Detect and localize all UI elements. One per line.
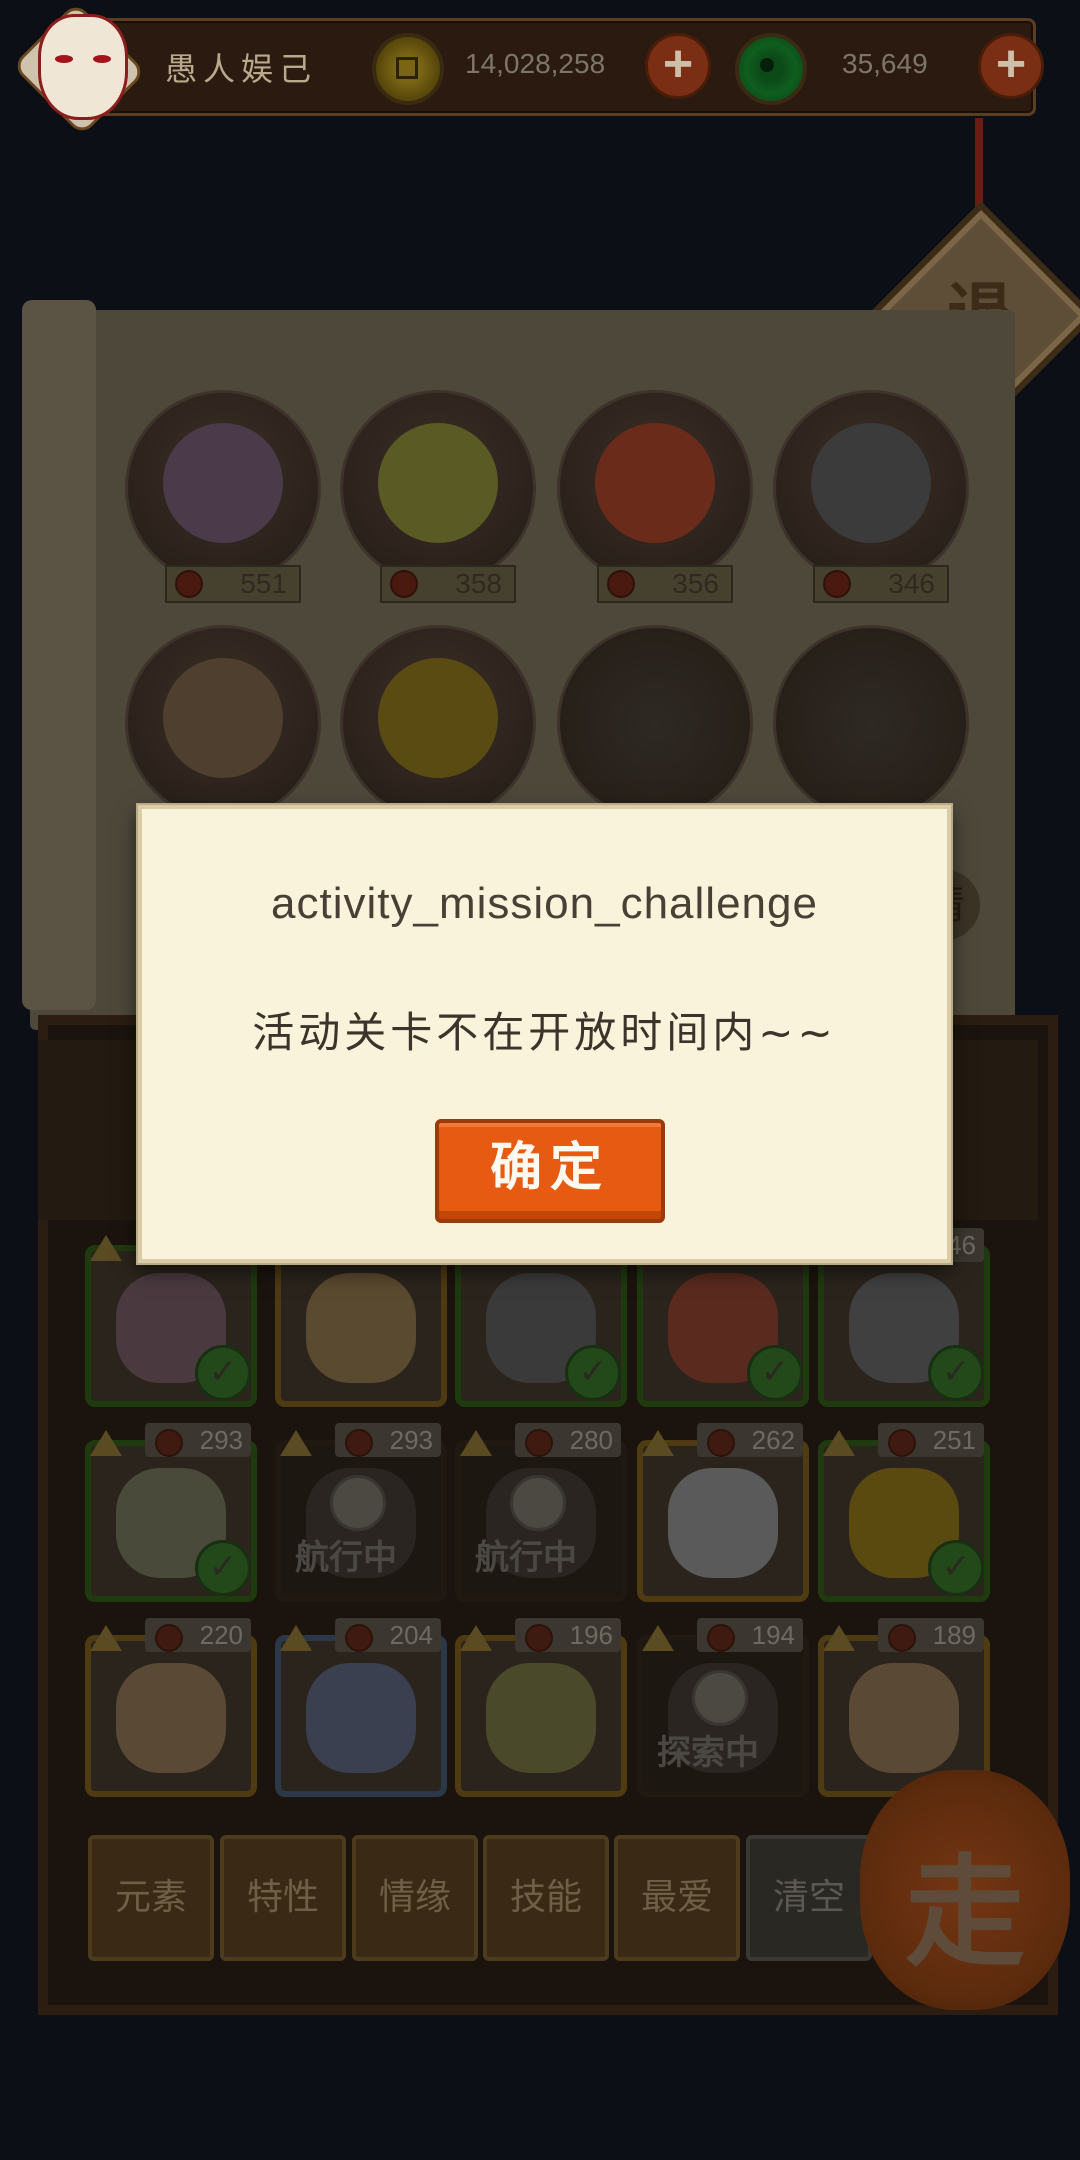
jade-amount: 35,649 (842, 48, 928, 79)
go-button-label[interactable]: 走 (860, 1815, 1070, 1989)
level-gem-icon (888, 1624, 916, 1652)
level-gem-icon (888, 1429, 916, 1457)
hero-portrait-icon (306, 1663, 416, 1773)
team-slot[interactable] (773, 625, 969, 821)
clock-icon (330, 1475, 386, 1531)
rank-triangle-icon (90, 1625, 122, 1651)
team-slot[interactable] (773, 390, 969, 586)
gold-amount: 14,028,258 (465, 48, 606, 79)
hero-portrait-icon (163, 423, 283, 543)
confirm-button[interactable]: 确定 (435, 1119, 665, 1223)
selected-check-icon: ✓ (747, 1345, 803, 1401)
clock-icon (510, 1475, 566, 1531)
selected-check-icon: ✓ (195, 1540, 251, 1596)
level-gem-icon (525, 1429, 553, 1457)
dialog-message: 活动关卡不在开放时间内~~ (252, 1008, 837, 1057)
hero-card[interactable] (455, 1635, 627, 1797)
level-gem-icon (823, 570, 851, 598)
clock-icon (692, 1670, 748, 1726)
jade-coin-icon (735, 33, 807, 105)
team-slot[interactable] (125, 625, 321, 821)
clear-filter-button[interactable]: 清空 (746, 1835, 872, 1961)
rank-triangle-icon (280, 1625, 312, 1651)
filter-favorite[interactable]: 最爱 (614, 1835, 740, 1961)
rank-triangle-icon (280, 1430, 312, 1456)
team-slot[interactable] (557, 625, 753, 821)
hero-card[interactable] (637, 1440, 809, 1602)
rank-triangle-icon (460, 1625, 492, 1651)
player-name: 愚人娱己 (165, 50, 318, 88)
hero-portrait-icon (378, 658, 498, 778)
selected-check-icon: ✓ (195, 1345, 251, 1401)
team-slot[interactable] (340, 390, 536, 586)
level-gem-icon (707, 1624, 735, 1652)
dialog-title: activity_mission_challenge (271, 879, 818, 928)
hero-card[interactable] (275, 1635, 447, 1797)
hero-portrait-icon (163, 658, 283, 778)
hero-portrait-icon (668, 1468, 778, 1578)
scroll-roll (22, 300, 96, 1010)
level-gem-icon (707, 1429, 735, 1457)
hero-portrait-icon (378, 423, 498, 543)
hero-portrait-icon (595, 423, 715, 543)
level-gem-icon (345, 1429, 373, 1457)
add-gold-button[interactable]: + (645, 33, 711, 99)
hero-card[interactable] (275, 1245, 447, 1407)
hero-portrait-icon (116, 1663, 226, 1773)
hero-portrait-icon (811, 423, 931, 543)
team-slot[interactable] (125, 390, 321, 586)
fox-mask-avatar-icon[interactable] (38, 14, 128, 120)
team-slot[interactable] (340, 625, 536, 821)
hero-card[interactable] (85, 1635, 257, 1797)
filter-element[interactable]: 元素 (88, 1835, 214, 1961)
level-gem-icon (175, 570, 203, 598)
hero-portrait-icon (849, 1663, 959, 1773)
level-gem-icon (607, 570, 635, 598)
level-gem-icon (525, 1624, 553, 1652)
rank-triangle-icon (642, 1625, 674, 1651)
filter-skill[interactable]: 技能 (483, 1835, 609, 1961)
rank-triangle-icon (90, 1430, 122, 1456)
level-gem-icon (345, 1624, 373, 1652)
rank-triangle-icon (823, 1430, 855, 1456)
hero-portrait-icon (486, 1663, 596, 1773)
hero-status: 航行中 (475, 1538, 577, 1578)
alert-dialog: activity_mission_challenge 活动关卡不在开放时间内~~… (138, 805, 951, 1263)
hero-portrait-icon (306, 1273, 416, 1383)
selected-check-icon: ✓ (928, 1345, 984, 1401)
level-gem-icon (390, 570, 418, 598)
rank-triangle-icon (642, 1430, 674, 1456)
filter-trait[interactable]: 特性 (220, 1835, 346, 1961)
selected-check-icon: ✓ (565, 1345, 621, 1401)
filter-bond[interactable]: 情缘 (352, 1835, 478, 1961)
team-slot[interactable] (557, 390, 753, 586)
hero-status: 航行中 (295, 1538, 397, 1578)
level-gem-icon (155, 1624, 183, 1652)
rank-triangle-icon (90, 1235, 122, 1261)
rank-triangle-icon (460, 1430, 492, 1456)
rank-triangle-icon (823, 1625, 855, 1651)
level-gem-icon (155, 1429, 183, 1457)
add-jade-button[interactable]: + (978, 33, 1044, 99)
hero-status: 探索中 (657, 1733, 759, 1773)
gold-coin-icon (372, 33, 444, 105)
selected-check-icon: ✓ (928, 1540, 984, 1596)
